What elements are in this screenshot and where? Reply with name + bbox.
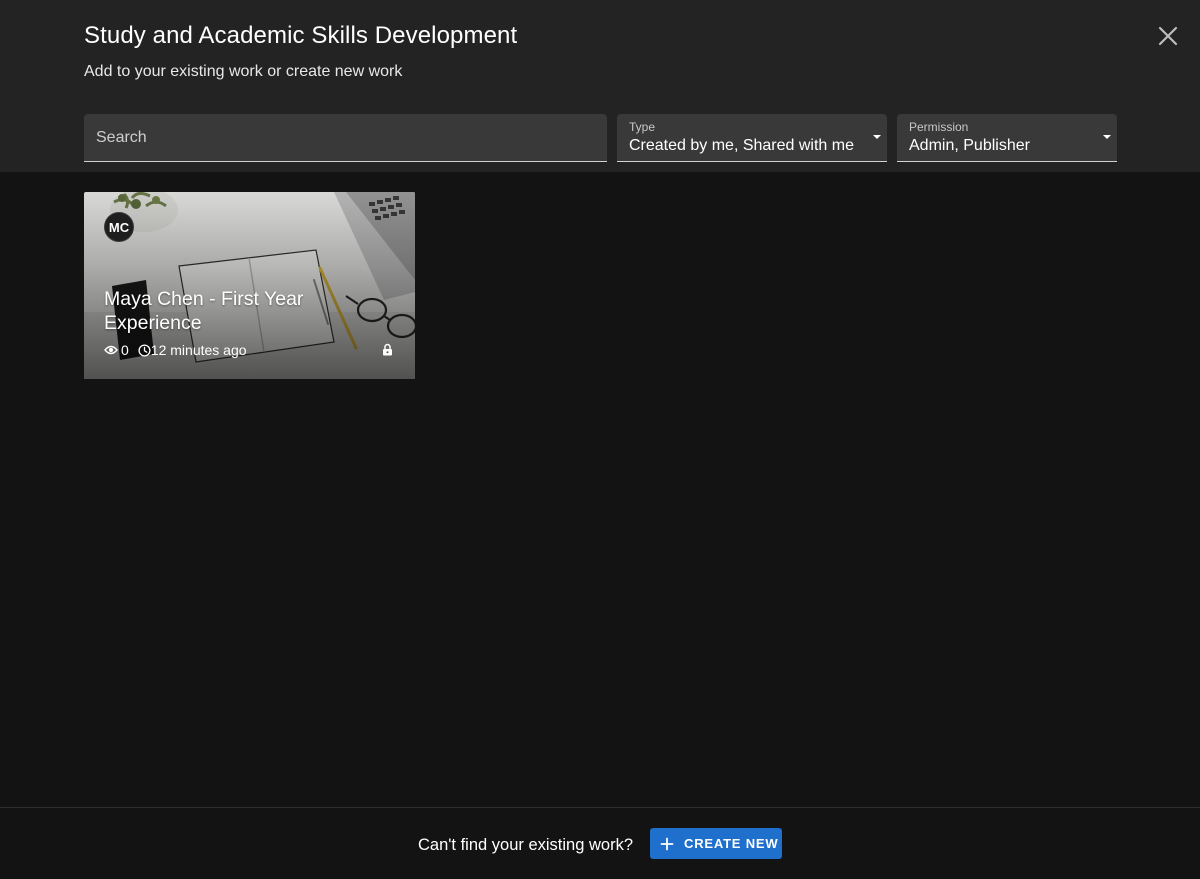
- dialog-title: Study and Academic Skills Development: [84, 22, 518, 49]
- dialog-subtitle: Add to your existing work or create new …: [84, 63, 403, 80]
- type-dropdown-caret-icon: [873, 135, 881, 139]
- updated-time: 12 minutes ago: [150, 342, 247, 358]
- create-new-button[interactable]: CREATE NEW: [650, 828, 782, 859]
- close-button[interactable]: [1154, 22, 1182, 50]
- permission-dropdown-caret-icon: [1103, 135, 1111, 139]
- card-title: Maya Chen - First Year Experience: [104, 288, 304, 334]
- avatar: MC: [104, 212, 134, 242]
- permission-select-label: Permission: [909, 120, 969, 134]
- search-field[interactable]: [84, 114, 607, 162]
- plus-icon: [660, 837, 674, 850]
- work-card[interactable]: MC Maya Chen - First Year Experience 0 1…: [84, 192, 415, 379]
- type-select-label: Type: [629, 120, 656, 134]
- type-select-value: Created by me, Shared with me: [629, 137, 854, 154]
- permission-select[interactable]: Permission Admin, Publisher: [897, 114, 1117, 162]
- dialog-header: Study and Academic Skills Development Ad…: [0, 0, 1200, 172]
- clock-icon: [138, 343, 151, 357]
- card-meta: 0 12 minutes ago: [104, 342, 247, 358]
- footer-prompt: Can't find your existing work?: [418, 836, 633, 854]
- lock-icon: [383, 343, 392, 356]
- create-new-label: CREATE NEW: [684, 836, 779, 851]
- eye-icon: [104, 345, 118, 355]
- dialog-footer: Can't find your existing work? CREATE NE…: [0, 807, 1200, 879]
- close-icon: [1158, 26, 1178, 46]
- search-input[interactable]: [84, 114, 607, 161]
- type-select[interactable]: Type Created by me, Shared with me: [617, 114, 887, 162]
- permission-select-value: Admin, Publisher: [909, 137, 1030, 154]
- view-count: 0: [121, 342, 129, 358]
